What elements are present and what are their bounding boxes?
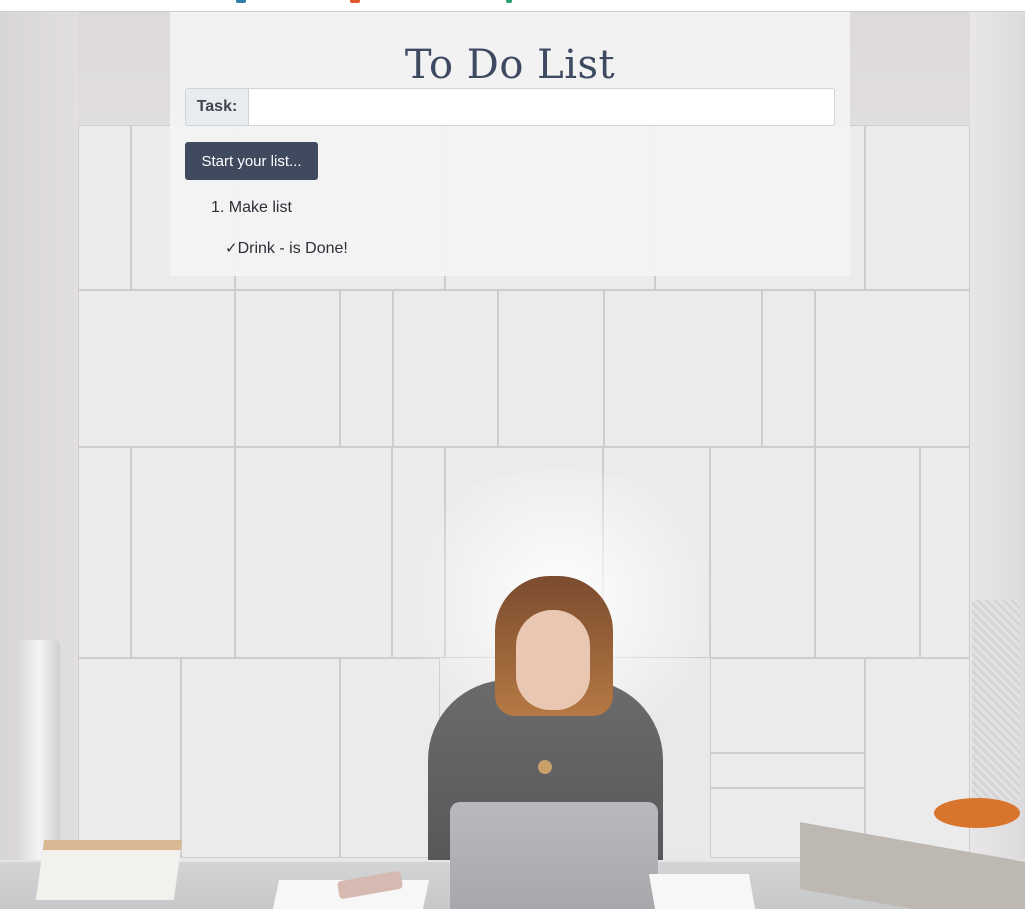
- wall-tile: [340, 658, 440, 858]
- list-item-text: Make list: [228, 199, 292, 216]
- task-label: Task:: [185, 88, 248, 126]
- wall-tile: [498, 290, 604, 447]
- wall-tile: [78, 447, 131, 658]
- wall-tile: [710, 658, 865, 753]
- page-title: To Do List: [404, 42, 616, 88]
- tab-favicon: [236, 0, 246, 3]
- wall-tile: [604, 290, 762, 447]
- wall-tile: [131, 447, 235, 658]
- wall-tile: [865, 125, 970, 290]
- wall-tile: [181, 658, 340, 858]
- laptop: [450, 802, 658, 909]
- tab-favicon: [506, 0, 512, 3]
- orange-stool: [934, 798, 1020, 828]
- wooden-box: [35, 840, 183, 900]
- todo-list: 1. Make list: [211, 198, 292, 218]
- necklace-pendant: [538, 760, 552, 774]
- wall-tile: [235, 447, 392, 658]
- wall-tile: [78, 658, 181, 858]
- tab-favicon: [350, 0, 360, 3]
- wall-tile: [710, 753, 865, 788]
- list-item-number: 1.: [211, 199, 225, 216]
- list-item[interactable]: 1. Make list: [211, 198, 292, 218]
- checkmark-icon: ✓: [225, 239, 238, 257]
- wall-tile: [235, 290, 340, 447]
- person-face: [516, 610, 590, 710]
- wall-tile: [920, 447, 970, 658]
- wall-tile: [78, 290, 235, 447]
- todo-panel: To Do List Task: Start your list... 1. M…: [170, 12, 850, 276]
- browser-top-strip: [0, 0, 1025, 12]
- wall-tile: [393, 290, 498, 447]
- task-input[interactable]: [248, 88, 835, 126]
- wall-tile: [865, 658, 970, 858]
- start-list-button[interactable]: Start your list...: [185, 142, 318, 180]
- wall-tile: [815, 447, 920, 658]
- wall-tile: [78, 125, 131, 290]
- completed-item-text: Drink - is Done!: [237, 240, 348, 257]
- shelf: [972, 600, 1020, 800]
- completed-item[interactable]: ✓Drink - is Done!: [225, 238, 348, 258]
- wall-tile: [815, 290, 970, 447]
- wall-tile: [340, 290, 393, 447]
- task-input-group: Task:: [185, 88, 835, 126]
- paper-sheet: [648, 874, 756, 909]
- wall-tile: [762, 290, 815, 447]
